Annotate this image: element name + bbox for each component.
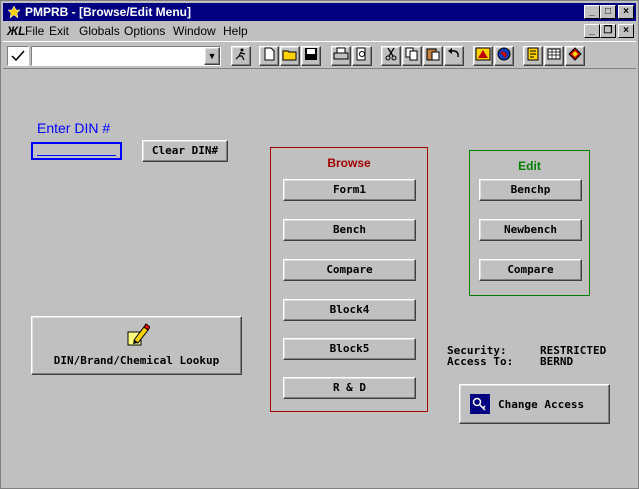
title-bar: PMPRB - [Browse/Edit Menu] _ □ × [3, 3, 636, 21]
notes-icon[interactable] [523, 46, 543, 66]
mdi-minimize-button[interactable]: _ [584, 24, 600, 38]
browse-block5-button[interactable]: Block5 [283, 338, 416, 360]
menu-window[interactable]: Window [173, 24, 216, 38]
command-dropdown-button[interactable]: ▼ [204, 47, 220, 65]
browse-compare-button[interactable]: Compare [283, 259, 416, 281]
browse-block4-button[interactable]: Block4 [283, 299, 416, 321]
checkmark-icon[interactable] [7, 46, 29, 66]
key-icon [470, 394, 490, 414]
open-icon[interactable] [280, 46, 300, 66]
library-icon[interactable] [565, 46, 585, 66]
maximize-button[interactable]: □ [600, 5, 616, 19]
cut-icon[interactable] [381, 46, 401, 66]
edit-pencil-icon [124, 322, 151, 348]
menu-help[interactable]: Help [223, 24, 248, 38]
browse-bench-button[interactable]: Bench [283, 219, 416, 241]
run-icon[interactable] [231, 46, 251, 66]
print-icon[interactable] [331, 46, 351, 66]
lookup-button[interactable]: DIN/Brand/Chemical Lookup [31, 316, 242, 375]
mdi-system-icon[interactable]: ЖL [7, 24, 25, 38]
toolbar: ▼ [3, 41, 636, 69]
table-icon[interactable] [544, 46, 564, 66]
browse-rd-button[interactable]: R & D [283, 377, 416, 399]
save-icon[interactable] [301, 46, 321, 66]
mdi-close-button[interactable]: × [618, 24, 634, 38]
din-input-underline [37, 155, 116, 156]
edit-benchp-button[interactable]: Benchp [479, 179, 582, 201]
globe-icon[interactable] [494, 46, 514, 66]
access-label: Access To: [447, 355, 514, 368]
window-title: PMPRB - [Browse/Edit Menu] [25, 5, 192, 19]
sas-explorer-icon[interactable] [473, 46, 493, 66]
command-box[interactable]: ▼ [31, 46, 221, 66]
copy-icon[interactable] [402, 46, 422, 66]
edit-newbench-button[interactable]: Newbench [479, 219, 582, 241]
clear-din-button[interactable]: Clear DIN# [142, 140, 228, 162]
din-label: Enter DIN # [37, 120, 111, 136]
access-value: BERND [540, 355, 574, 368]
application-window: PMPRB - [Browse/Edit Menu] _ □ × ЖL File… [0, 0, 639, 489]
minimize-button[interactable]: _ [584, 5, 600, 19]
din-input[interactable] [31, 142, 122, 160]
print-preview-icon[interactable] [352, 46, 372, 66]
change-access-label: Change Access [498, 398, 585, 411]
menu-file[interactable]: File [25, 24, 44, 38]
change-access-button[interactable]: Change Access [459, 384, 610, 424]
undo-icon[interactable] [444, 46, 464, 66]
edit-title: Edit [518, 159, 541, 173]
lookup-label: DIN/Brand/Chemical Lookup [53, 354, 220, 367]
browse-title: Browse [327, 156, 371, 170]
menu-exit[interactable]: Exit [49, 24, 69, 38]
new-icon[interactable] [259, 46, 279, 66]
mdi-restore-button[interactable]: ❐ [600, 24, 616, 38]
paste-icon[interactable] [423, 46, 443, 66]
browse-form1-button[interactable]: Form1 [283, 179, 416, 201]
menu-bar: ЖL File Exit Globals Options Window Help… [3, 22, 636, 40]
edit-compare-button[interactable]: Compare [479, 259, 582, 281]
menu-options[interactable]: Options [124, 24, 165, 38]
client-area: Enter DIN # Clear DIN# Browse Form1 Benc… [3, 70, 636, 488]
close-button[interactable]: × [618, 5, 634, 19]
menu-globals[interactable]: Globals [79, 24, 120, 38]
app-logo-icon [7, 5, 21, 19]
